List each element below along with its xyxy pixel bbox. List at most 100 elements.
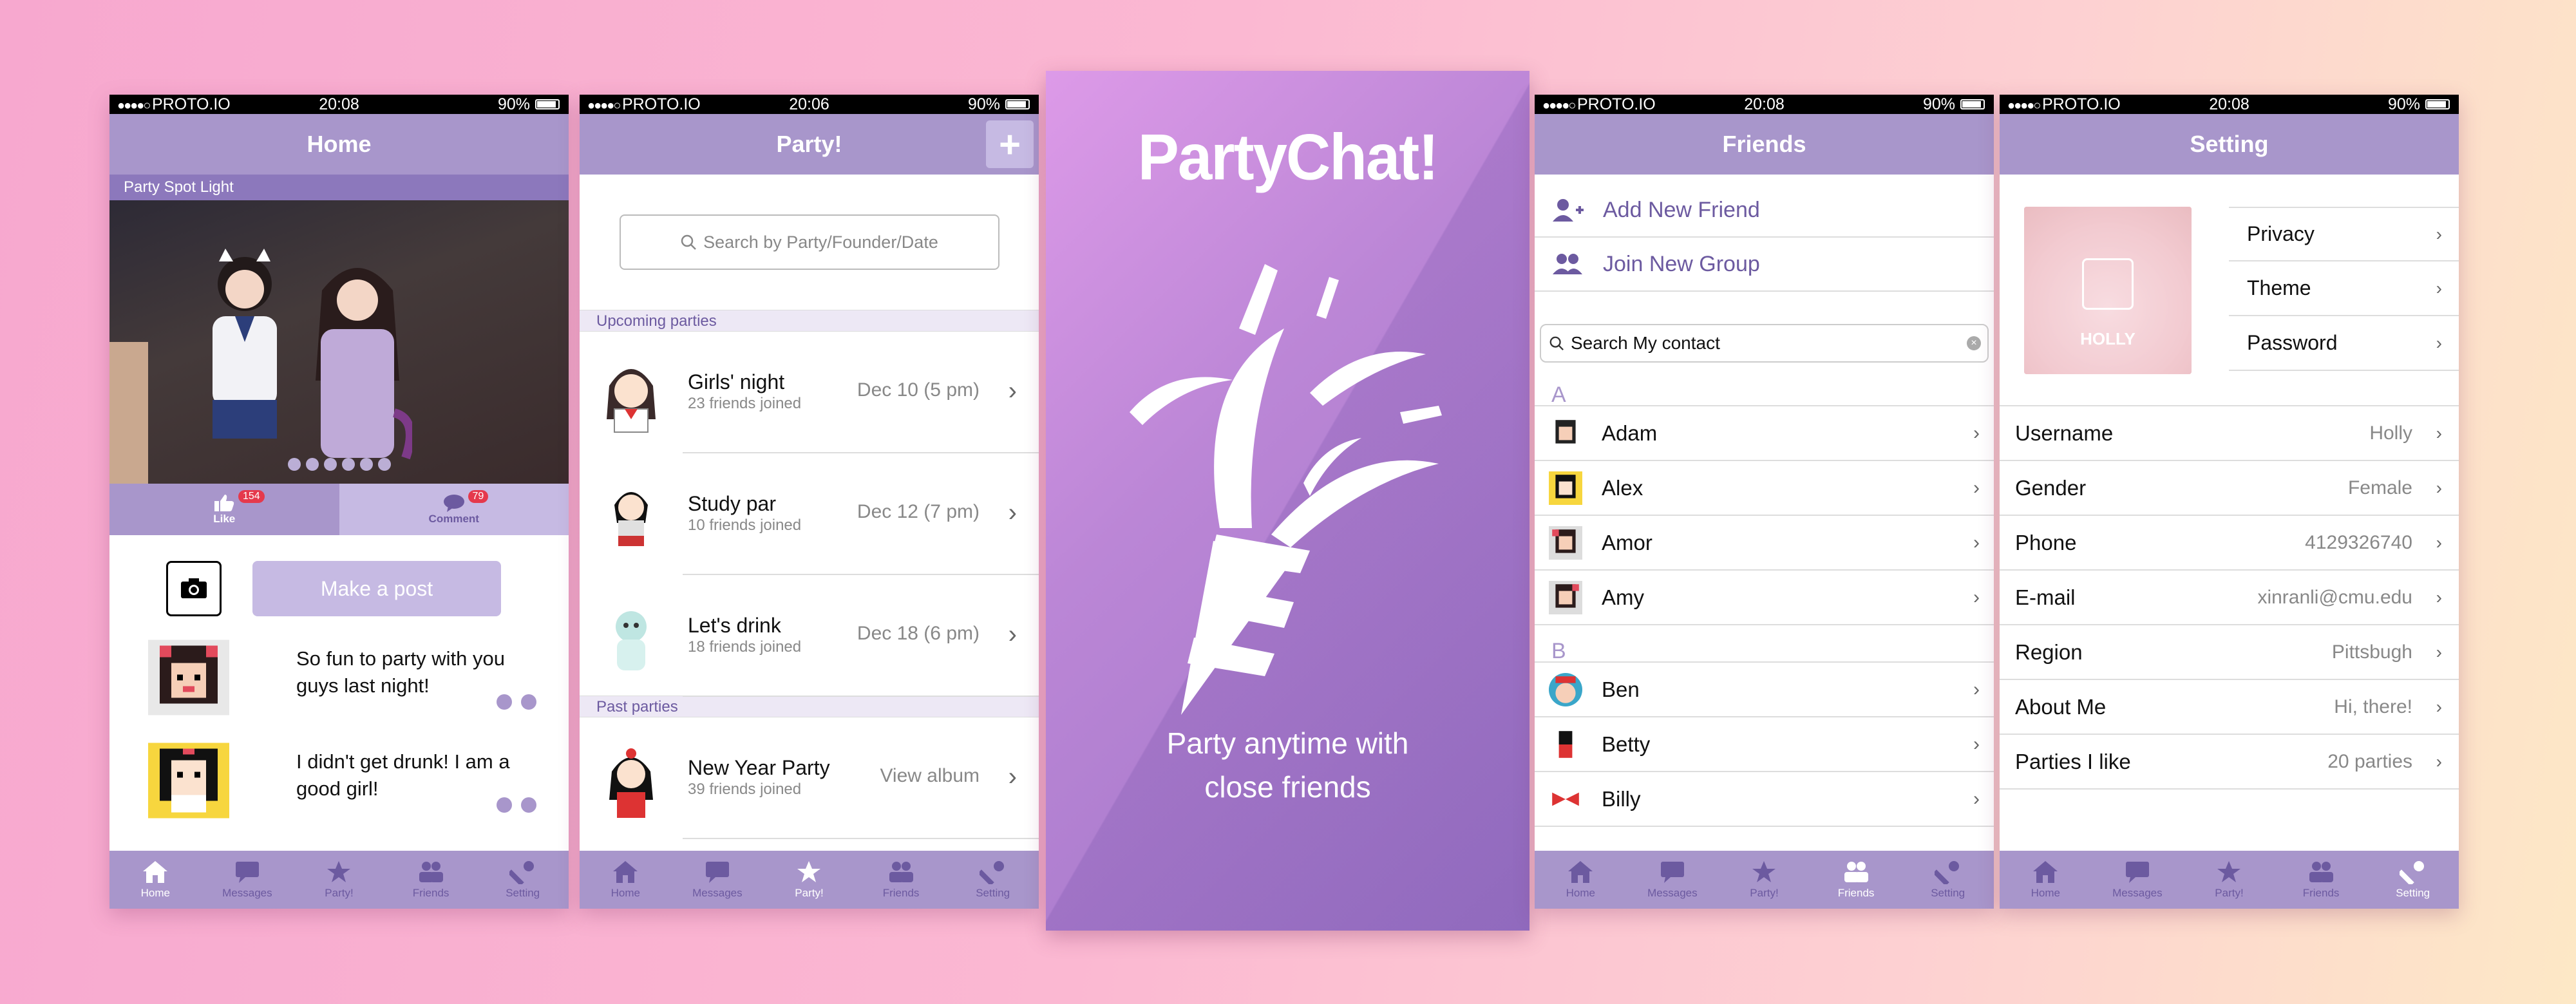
setting-row[interactable]: Username Holly › [2000,406,2459,461]
camera-button[interactable] [166,561,222,616]
message-icon [235,862,259,883]
tab-home[interactable]: Home [109,851,202,909]
spotlight-photo[interactable] [109,200,569,484]
past-header: Past parties [580,696,1039,717]
friend-row[interactable]: Amor › [1535,516,1994,571]
party-row[interactable]: New Year Party 39 friends joined View al… [609,717,1039,839]
friend-row[interactable]: Betty › [1535,717,1994,772]
tab-party[interactable]: Party! [763,851,855,909]
feed-text: I didn't get drunk! I am a good girl! [296,750,510,800]
setting-row[interactable]: Gender Female › [2000,461,2459,516]
tab-setting[interactable]: Setting [947,851,1039,909]
tab-friends[interactable]: Friends [1810,851,1902,909]
nav-bar: Home [109,114,569,175]
page-title: Home [307,131,372,157]
speech-bubble-icon [443,495,464,512]
cartoon-girl-avatar [148,743,229,819]
page-title: Friends [1722,131,1806,157]
tab-messages[interactable]: Messages [202,851,294,909]
anime-girl-avatar [614,492,648,546]
comment-button[interactable]: 79 Comment [339,484,569,535]
chevron-right-icon: › [1008,498,1017,527]
wrench-icon [509,861,534,884]
pixel-avatar [1549,416,1582,450]
setting-row[interactable]: E-mail xinranli@cmu.edu › [2000,571,2459,625]
friend-row[interactable]: Adam › [1535,406,1994,461]
people-icon [2309,862,2334,882]
friend-row[interactable]: Alex › [1535,461,1994,516]
tab-home[interactable]: Home [1535,851,1627,909]
people-icon [1844,862,1869,882]
battery-percent: 90% [1922,95,1955,113]
menu-privacy[interactable]: Privacy › [2229,207,2459,261]
menu-password[interactable]: Password › [2229,316,2459,371]
group-icon [1553,254,1582,274]
setting-row[interactable]: About Me Hi, there! › [2000,680,2459,735]
setting-row[interactable]: Phone 4129326740 › [2000,516,2459,571]
setting-row[interactable]: Parties I like 20 parties › [2000,735,2459,790]
comment-small-icon[interactable] [521,797,536,813]
tab-party[interactable]: Party! [1718,851,1810,909]
add-new-friend-button[interactable]: Add New Friend [1535,184,1994,238]
tab-messages[interactable]: Messages [1627,851,1719,909]
tab-friends[interactable]: Friends [385,851,477,909]
tab-messages[interactable]: Messages [672,851,764,909]
photo-pager[interactable] [109,458,569,471]
tab-setting[interactable]: Setting [1902,851,1994,909]
tab-messages[interactable]: Messages [2092,851,2184,909]
tab-bar: Home Messages Party! Friends Setting [1535,851,1994,909]
tab-home[interactable]: Home [580,851,672,909]
view-album-link[interactable]: View album [880,765,980,787]
chevron-right-icon: › [2436,587,2442,607]
tab-bar: Home Messages Party! Friends Setting [2000,851,2459,909]
like-small-icon[interactable] [497,694,512,710]
nav-bar: Party! + [580,114,1039,175]
friend-row[interactable]: Billy › [1535,772,1994,827]
chevron-right-icon: › [2436,223,2442,244]
tab-friends[interactable]: Friends [2275,851,2367,909]
comment-small-icon[interactable] [521,694,536,710]
pixel-avatar [1549,471,1582,505]
profile-avatar[interactable]: HOLLY [2024,207,2192,374]
home-icon [1568,861,1593,883]
add-party-button[interactable]: + [986,120,1034,168]
pixel-avatar [1549,782,1582,816]
chevron-right-icon: › [2436,422,2442,443]
tab-party[interactable]: Party! [2183,851,2275,909]
chevron-right-icon: › [2436,696,2442,717]
make-post-button[interactable]: Make a post [252,561,501,616]
feed-item[interactable]: So fun to party with you guys last night… [148,639,543,716]
friend-row[interactable]: Ben › [1535,663,1994,717]
wrench-icon [979,861,1004,884]
home-screen: ●●●●○ PROTO.IO 20:08 90% Home Party Spot… [109,95,569,909]
menu-theme[interactable]: Theme › [2229,261,2459,316]
section-letter: B [1535,625,1994,663]
party-row[interactable]: Study par 10 friends joined Dec 12 (7 pm… [614,453,1039,575]
party-search-input[interactable]: Search by Party/Founder/Date [619,214,999,270]
friend-row[interactable]: Amy › [1535,571,1994,625]
party-row[interactable]: Let's drink 18 friends joined Dec 18 (6 … [616,575,1039,697]
chevron-right-icon: › [2436,641,2442,662]
setting-row[interactable]: Region Pittsbugh › [2000,625,2459,680]
camera-icon [181,578,207,598]
tagline: Party anytime with close friends [1166,726,1409,804]
join-new-group-button[interactable]: Join New Group [1535,238,1994,292]
like-small-icon[interactable] [497,797,512,813]
tab-friends[interactable]: Friends [855,851,947,909]
star-icon [2217,861,2241,882]
wrench-icon [2399,861,2424,884]
tab-setting[interactable]: Setting [477,851,569,909]
clear-search-icon[interactable]: × [1967,336,1981,350]
post-composer: Make a post [109,535,569,616]
battery-icon [2425,99,2450,109]
party-row[interactable]: Girls' night 23 friends joined Dec 10 (5… [607,332,1039,453]
camera-icon [2082,258,2134,310]
tab-party[interactable]: Party! [293,851,385,909]
contact-search-input[interactable]: Search My contact × [1540,324,1989,363]
tab-setting[interactable]: Setting [2367,851,2459,909]
feed-item[interactable]: I didn't get drunk! I am a good girl! [148,742,543,819]
tab-home[interactable]: Home [2000,851,2092,909]
tab-bar: Home Messages Party! Friends Setting [580,851,1039,909]
chevron-right-icon: › [1973,788,1980,810]
like-button[interactable]: 154 Like [109,484,339,535]
